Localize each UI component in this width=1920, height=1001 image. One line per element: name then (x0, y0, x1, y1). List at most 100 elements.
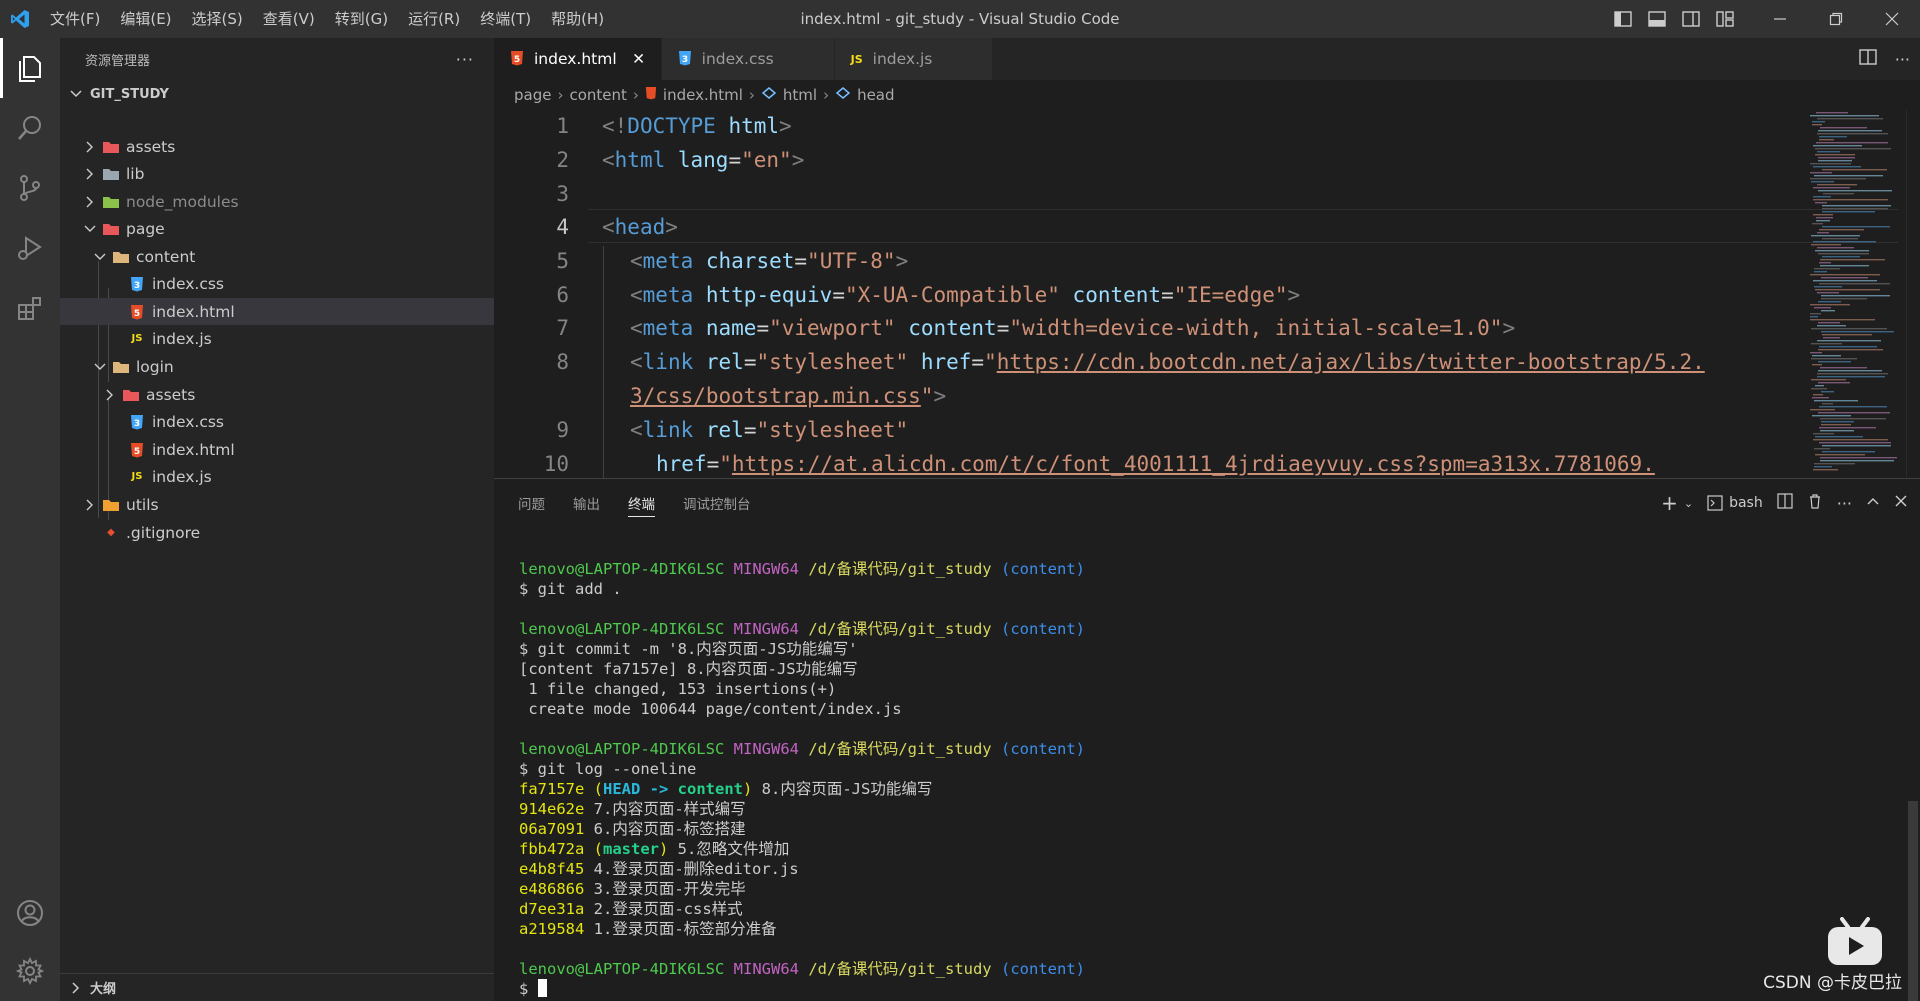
link-url[interactable]: https://at.alicdn.com/t/c/font_4001111_4… (732, 452, 1655, 476)
more-actions-icon[interactable]: ··· (1895, 50, 1910, 69)
tree-item-login[interactable]: login (60, 353, 494, 380)
menu-help[interactable]: 帮助(H) (541, 0, 614, 38)
minimap-line (1818, 301, 1841, 303)
toggle-secondary-sidebar-icon[interactable] (1674, 0, 1708, 38)
breadcrumb-item[interactable]: html (783, 86, 817, 104)
menu-edit[interactable]: 编辑(E) (110, 0, 181, 38)
minimap-line (1820, 265, 1869, 267)
tree-item-login-index-css[interactable]: 3 index.css (60, 408, 494, 435)
minimap-line (1818, 412, 1890, 414)
minimap-line (1814, 268, 1840, 270)
tree-item-utils[interactable]: utils (60, 491, 494, 518)
toggle-panel-icon[interactable] (1640, 0, 1674, 38)
git-log-line: 914e62e 7.内容页面-样式编写 (519, 800, 746, 818)
extensions-icon[interactable] (0, 278, 60, 338)
tab-index-js[interactable]: JS index.js (834, 38, 994, 80)
link-url[interactable]: 3/css/bootstrap.min.css (630, 384, 921, 408)
tree-item-page[interactable]: page (60, 215, 494, 242)
chevron-down-icon[interactable]: ⌄ (1684, 497, 1693, 510)
accounts-icon[interactable] (0, 883, 60, 943)
menu-file[interactable]: 文件(F) (40, 0, 110, 38)
minimap-line (1815, 454, 1865, 456)
more-actions-button[interactable]: ··· (456, 50, 474, 69)
menu-selection[interactable]: 选择(S) (182, 0, 253, 38)
minimap-line (1821, 277, 1868, 279)
close-panel-icon[interactable] (1894, 494, 1908, 512)
tab-output[interactable]: 输出 (573, 479, 600, 527)
assets-folder-icon (102, 138, 120, 156)
chevron-right-icon (82, 166, 98, 182)
terminal-profile[interactable]: bash (1707, 495, 1763, 511)
menu-terminal[interactable]: 终端(T) (470, 0, 541, 38)
breadcrumb-item[interactable]: head (857, 86, 894, 104)
tab-index-css[interactable]: 3 index.css (661, 38, 835, 80)
code-line-10: href="https://at.alicdn.com/t/c/font_400… (656, 452, 1655, 476)
customize-layout-icon[interactable] (1708, 0, 1742, 38)
close-tab-icon[interactable]: ✕ (631, 50, 647, 68)
code-editor[interactable]: 1 2 3 4 5 6 7 8 9 10 <!DOCTYPE html> <ht… (494, 110, 1920, 478)
tree-item-assets[interactable]: assets (60, 133, 494, 160)
new-terminal-plus-icon[interactable]: + (1661, 491, 1678, 515)
minimap-line (1815, 289, 1880, 291)
close-window-button[interactable] (1864, 0, 1920, 38)
js-file-icon: JS (850, 52, 863, 66)
minimap[interactable] (1808, 110, 1900, 478)
tree-item-content-index-js[interactable]: JS index.js (60, 325, 494, 352)
tree-item-content-index-html[interactable]: 5 index.html (60, 298, 494, 325)
minimap-line (1813, 439, 1888, 441)
source-control-icon[interactable] (0, 158, 60, 218)
activity-bar (0, 38, 60, 1001)
tab-index-html[interactable]: 5 index.html ✕ (494, 38, 662, 80)
minimap-line (1822, 211, 1875, 213)
settings-gear-icon[interactable] (0, 941, 60, 1001)
tree-item-login-index-js[interactable]: JS index.js (60, 463, 494, 490)
minimap-line (1813, 469, 1838, 471)
menu-view[interactable]: 查看(V) (253, 0, 325, 38)
minimap-line (1820, 259, 1885, 261)
tab-debug-console[interactable]: 调试控制台 (683, 479, 751, 527)
panel-actions: + ⌄ bash ··· (1661, 479, 1908, 527)
outline-section[interactable]: 大纲 (60, 973, 494, 1001)
minimap-line (1823, 193, 1854, 195)
tree-item-content[interactable]: content (60, 243, 494, 270)
tree-item-content-index-css[interactable]: 3 index.css (60, 270, 494, 297)
menu-run[interactable]: 运行(R) (398, 0, 470, 38)
minimap-line (1815, 250, 1869, 252)
tab-terminal[interactable]: 终端 (628, 479, 655, 527)
workspace-root[interactable]: GIT_STUDY (60, 80, 494, 108)
code-line-8-wrap: 3/css/bootstrap.min.css"> (630, 384, 947, 408)
editor-scrollbar[interactable] (1906, 110, 1920, 478)
terminal-output[interactable]: lenovo@LAPTOP-4DIK6LSC MINGW64 /d/备课代码/g… (519, 559, 1085, 999)
breadcrumb-item[interactable]: index.html (663, 86, 743, 104)
tree-item-lib[interactable]: lib (60, 160, 494, 187)
more-actions-icon[interactable]: ··· (1837, 494, 1852, 513)
tab-problems[interactable]: 问题 (518, 479, 545, 527)
tree-item-gitignore[interactable]: ◆ .gitignore (60, 519, 494, 546)
menu-go[interactable]: 转到(G) (325, 0, 398, 38)
run-debug-icon[interactable] (0, 218, 60, 278)
link-url[interactable]: https://cdn.bootcdn.net/ajax/libs/twitte… (997, 350, 1705, 374)
split-editor-icon[interactable] (1859, 49, 1877, 69)
minimize-button[interactable] (1752, 0, 1808, 38)
tree-item-login-assets[interactable]: assets (60, 381, 494, 408)
breadcrumb: page › content › index.html › html › hea… (494, 80, 1920, 110)
breadcrumb-item[interactable]: content (569, 86, 626, 104)
menu-bar: 文件(F) 编辑(E) 选择(S) 查看(V) 转到(G) 运行(R) 终端(T… (40, 0, 614, 38)
terminal-scrollbar[interactable] (1908, 801, 1918, 1001)
toggle-primary-sidebar-icon[interactable] (1606, 0, 1640, 38)
git-log-line: a219584 1.登录页面-标签部分准备 (519, 920, 777, 938)
tree-item-login-index-html[interactable]: 5 index.html (60, 436, 494, 463)
tree-item-label: page (126, 219, 165, 238)
maximize-panel-icon[interactable] (1866, 494, 1880, 512)
minimap-line (1812, 364, 1822, 366)
tree-item-node-modules[interactable]: node_modules (60, 188, 494, 215)
search-icon[interactable] (0, 98, 60, 158)
minimap-line (1813, 433, 1834, 435)
line-number: 10 (543, 452, 569, 476)
minimap-line (1822, 334, 1872, 336)
split-terminal-icon[interactable] (1777, 493, 1793, 513)
trash-icon[interactable] (1807, 493, 1823, 513)
explorer-icon[interactable] (0, 38, 60, 98)
breadcrumb-item[interactable]: page (514, 86, 551, 104)
restore-button[interactable] (1808, 0, 1864, 38)
